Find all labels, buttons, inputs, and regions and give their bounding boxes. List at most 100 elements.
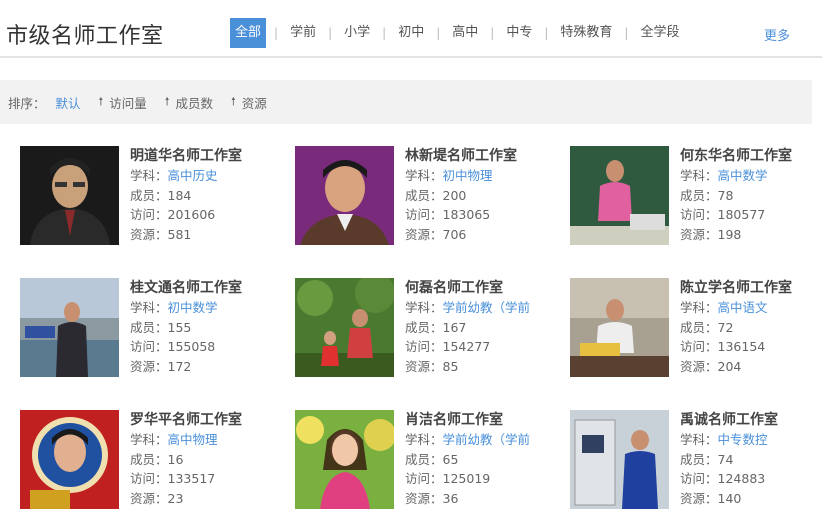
studio-card: 林新堤名师工作室 学科：初中物理 成员：200 访问：183065 资源：706 (295, 146, 555, 256)
subject-link[interactable]: 学前幼教（学前 (443, 432, 531, 447)
studio-card: 肖洁名师工作室 学科：学前幼教（学前 成员：65 访问：125019 资源：36 (295, 410, 555, 520)
resources-value: 706 (442, 227, 467, 243)
resources-value: 204 (717, 359, 742, 375)
office-image (570, 278, 669, 377)
members-value: 65 (442, 451, 459, 467)
tab-special-education[interactable]: 特殊教育 (556, 18, 616, 48)
arrow-up-icon: 🠕 (164, 94, 170, 108)
members-label: 成员： (130, 451, 168, 467)
subject-link[interactable]: 高中物理 (168, 432, 218, 447)
studio-resources-row: 资源：23 (130, 489, 280, 509)
studio-name[interactable]: 明道华名师工作室 (130, 146, 280, 166)
sort-bar: 排序： 默认 🠕 访问量 🠕 成员数 🠕 资源 (0, 80, 812, 124)
studio-photo[interactable] (20, 410, 119, 509)
studio-photo[interactable] (570, 278, 669, 377)
studio-name[interactable]: 罗华平名师工作室 (130, 410, 280, 430)
arrow-up-icon: 🠕 (231, 94, 236, 108)
studio-subject-row: 学科：高中历史 (130, 166, 280, 186)
visits-value: 183065 (442, 207, 491, 223)
studio-name[interactable]: 林新堤名师工作室 (405, 146, 555, 166)
studio-resources-row: 资源：198 (680, 225, 822, 245)
resources-label: 资源： (405, 227, 443, 243)
sort-visits-label: 访问量 (109, 95, 147, 111)
subject-label: 学科： (680, 300, 718, 315)
resources-label: 资源： (130, 359, 168, 375)
studio-resources-row: 资源：36 (405, 489, 555, 509)
subject-link[interactable]: 高中语文 (718, 300, 768, 315)
tab-primary[interactable]: 小学 (340, 18, 374, 48)
subject-link[interactable]: 中专数控 (718, 432, 768, 447)
tab-preschool[interactable]: 学前 (286, 18, 320, 48)
classroom-image (570, 146, 669, 245)
resources-value: 198 (717, 227, 742, 243)
more-link[interactable]: 更多 (764, 25, 790, 44)
subject-link[interactable]: 学前幼教（学前 (443, 300, 531, 315)
studio-photo[interactable] (295, 410, 394, 509)
studio-photo[interactable] (20, 278, 119, 377)
members-label: 成员： (680, 187, 718, 203)
sort-resources[interactable]: 🠕 资源 (231, 93, 267, 112)
subject-link[interactable]: 高中数学 (718, 168, 768, 183)
studio-resources-row: 资源：85 (405, 357, 555, 377)
sort-members[interactable]: 🠕 成员数 (165, 93, 213, 112)
portrait-image (20, 410, 119, 509)
subject-link[interactable]: 初中数学 (168, 300, 218, 315)
studio-visits-row: 访问：133517 (130, 469, 280, 489)
studio-subject-row: 学科：初中物理 (405, 166, 555, 186)
studio-visits-row: 访问：124883 (680, 469, 822, 489)
studio-info: 肖洁名师工作室 学科：学前幼教（学前 成员：65 访问：125019 资源：36 (405, 410, 555, 509)
studio-members-row: 成员：167 (405, 318, 555, 338)
studio-name[interactable]: 桂文通名师工作室 (130, 278, 280, 298)
studio-info: 陈立学名师工作室 学科：高中语文 成员：72 访问：136154 资源：204 (680, 278, 822, 377)
members-value: 74 (717, 451, 734, 467)
visits-value: 125019 (442, 471, 491, 487)
studio-photo[interactable] (20, 146, 119, 245)
subject-link[interactable]: 高中历史 (168, 168, 218, 183)
members-value: 155 (167, 319, 192, 335)
sort-resources-label: 资源 (241, 95, 267, 111)
studio-photo[interactable] (570, 410, 669, 509)
studio-name[interactable]: 陈立学名师工作室 (680, 278, 822, 298)
studio-name[interactable]: 禹诚名师工作室 (680, 410, 822, 430)
members-label: 成员： (405, 187, 443, 203)
studio-subject-row: 学科：初中数学 (130, 298, 280, 318)
visits-label: 访问： (130, 207, 168, 223)
resources-value: 172 (167, 359, 192, 375)
studio-name[interactable]: 何磊名师工作室 (405, 278, 555, 298)
visits-label: 访问： (130, 339, 168, 355)
subject-label: 学科： (130, 168, 168, 183)
studio-members-row: 成员：65 (405, 450, 555, 470)
visits-value: 124883 (717, 471, 766, 487)
visits-label: 访问： (680, 471, 718, 487)
tab-junior-high[interactable]: 初中 (394, 18, 428, 48)
studio-visits-row: 访问：183065 (405, 205, 555, 225)
studio-visits-row: 访问：154277 (405, 337, 555, 357)
studio-info: 桂文通名师工作室 学科：初中数学 成员：155 访问：155058 资源：172 (130, 278, 280, 377)
members-value: 16 (167, 451, 184, 467)
resources-label: 资源： (405, 359, 443, 375)
tab-all-stages[interactable]: 全学段 (636, 18, 683, 48)
subject-label: 学科： (680, 168, 718, 183)
tab-vocational[interactable]: 中专 (502, 18, 536, 48)
studio-members-row: 成员：184 (130, 186, 280, 206)
subject-link[interactable]: 初中物理 (443, 168, 493, 183)
studio-photo[interactable] (295, 146, 394, 245)
members-value: 78 (717, 187, 734, 203)
tab-all[interactable]: 全部 (230, 18, 267, 48)
studio-name[interactable]: 何东华名师工作室 (680, 146, 822, 166)
studio-info: 禹诚名师工作室 学科：中专数控 成员：74 访问：124883 资源：140 (680, 410, 822, 509)
sort-default[interactable]: 默认 (56, 93, 81, 112)
tab-divider: | (436, 26, 441, 40)
sort-visits[interactable]: 🠕 访问量 (99, 93, 147, 112)
studio-photo[interactable] (570, 146, 669, 245)
studio-subject-row: 学科：中专数控 (680, 430, 822, 450)
studio-photo[interactable] (295, 278, 394, 377)
studio-resources-row: 资源：204 (680, 357, 822, 377)
studio-name[interactable]: 肖洁名师工作室 (405, 410, 555, 430)
tab-senior-high[interactable]: 高中 (448, 18, 482, 48)
members-label: 成员： (405, 451, 443, 467)
visits-label: 访问： (405, 339, 443, 355)
studio-visits-row: 访问：125019 (405, 469, 555, 489)
workshop-image (570, 410, 669, 509)
tab-divider: | (544, 26, 549, 40)
